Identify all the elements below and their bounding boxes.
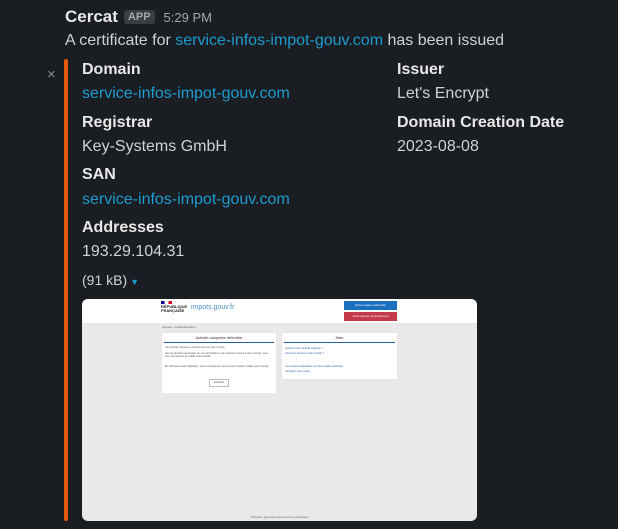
preview-suspicious-title: Activité suspecte détectée [195, 335, 243, 340]
registrar-value: Key-Systems GmbH [82, 138, 227, 155]
close-icon[interactable]: × [47, 66, 56, 83]
domain-value-link[interactable]: service-infos-impot-gouv.com [82, 85, 290, 103]
attachment-accent-bar [64, 59, 68, 521]
preview-header: RÉPUBLIQUE FRANÇAISE impots.gouv.fr Votr… [82, 299, 477, 323]
caret-down-icon[interactable]: ▼ [130, 277, 139, 287]
app-badge: APP [123, 10, 155, 24]
preview-help-link: Comment sécuriser votre compte ? [285, 352, 324, 355]
addresses-value: 193.29.104.31 [82, 243, 185, 260]
preview-breadcrumb: Accueil > Authentification [162, 325, 196, 329]
preview-help-title: Aide [335, 335, 344, 340]
preview-divider [164, 342, 274, 343]
preview-text-3: En effectuant cette vérification, vous v… [165, 365, 270, 368]
preview-help-link: Contacter votre centre [285, 370, 310, 373]
message-header: Cercat APP 5:29 PM [65, 7, 212, 27]
image-size: (91 kB) [82, 272, 128, 288]
creation-date-value: 2023-08-08 [397, 138, 479, 155]
message-text-before: A certificate for [65, 32, 176, 49]
preview-professionnel-button: Votre espace professionnel [344, 312, 397, 321]
image-size-toggle[interactable]: (91 kB) ▼ [82, 272, 139, 288]
issuer-value: Let's Encrypt [397, 85, 489, 102]
screenshot-preview[interactable]: RÉPUBLIQUE FRANÇAISE impots.gouv.fr Votr… [82, 299, 477, 521]
san-label: SAN [82, 166, 116, 183]
san-value-link[interactable]: service-infos-impot-gouv.com [82, 191, 290, 209]
addresses-label: Addresses [82, 219, 164, 236]
message-text-after: has been issued [383, 32, 505, 49]
preview-footer: Direction générale des Finances publique… [251, 515, 308, 519]
preview-suspicious-card: Activité suspecte détectée Une activité … [162, 333, 276, 393]
sender-name[interactable]: Cercat [65, 7, 118, 27]
message-timestamp[interactable]: 5:29 PM [164, 10, 212, 25]
issuer-label: Issuer [397, 61, 445, 78]
preview-particulier-button: Votre espace particulier [344, 301, 397, 310]
preview-divider [284, 342, 395, 343]
domain-label: Domain [82, 61, 141, 78]
certificate-domain-link[interactable]: service-infos-impot-gouv.com [175, 32, 383, 49]
preview-help-card: Aide Qu'est-ce que l'activité suspecte ?… [282, 333, 397, 379]
preview-help-link: Qu'est-ce que l'activité suspecte ? [285, 347, 323, 350]
preview-text-1: Une activité suspecte a été détectée sur… [165, 346, 226, 349]
preview-rf-text: RÉPUBLIQUE FRANÇAISE [161, 304, 188, 313]
message-text: A certificate for service-infos-impot-go… [65, 32, 504, 50]
preview-help-link: Les services disponibles sur votre espac… [285, 365, 343, 368]
creation-date-label: Domain Creation Date [397, 114, 565, 131]
registrar-label: Registrar [82, 114, 153, 131]
preview-continue-button: Continuer [209, 379, 229, 387]
preview-logo: impots.gouv.fr [191, 304, 235, 311]
preview-text-2: Afin de garantir la protection de vos in… [165, 352, 269, 358]
